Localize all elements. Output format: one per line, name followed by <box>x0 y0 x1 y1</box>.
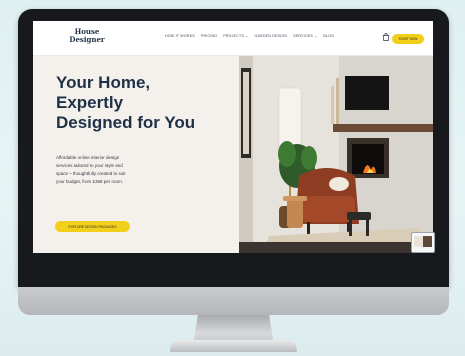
hero-interior-photo <box>239 56 433 253</box>
nav-item-projects[interactable]: PROJECTS ⌄ <box>223 34 248 38</box>
start-now-button[interactable]: START NOW <box>392 34 424 44</box>
hero-title-line: Designed for You <box>56 113 196 132</box>
hero-description-line: Affordable online interior design <box>56 155 120 160</box>
nav-item-how-it-works[interactable]: HOW IT WORKS <box>165 34 195 38</box>
hero-description-line: your budget, from £399 per room. <box>56 179 124 184</box>
hero-description-line: space – thoughtfully created to suit <box>56 171 126 176</box>
living-room-illustration <box>239 56 433 253</box>
monitor-stand-base <box>170 340 297 352</box>
monitor-chin <box>18 287 449 315</box>
nav-item-blog[interactable]: BLOG <box>323 34 334 38</box>
hero-description-line: services tailored to your style and <box>56 163 123 168</box>
nav-item-garden-design[interactable]: GARDEN DESIGN <box>254 34 287 38</box>
shopping-bag-icon[interactable] <box>382 33 390 41</box>
hero-title-line: Expertly <box>56 93 124 112</box>
nav-menu: HOW IT WORKS PRICING PROJECTS ⌄ GARDEN D… <box>165 34 334 38</box>
website-screen: House Designer HOW IT WORKS PRICING PROJ… <box>33 21 433 253</box>
explore-design-packages-button[interactable]: EXPLORE DESIGN PACKAGES <box>55 221 130 232</box>
hero-title-line: Your Home, <box>56 73 151 92</box>
device-preview-image <box>414 236 432 247</box>
site-logo[interactable]: House Designer <box>63 28 111 44</box>
top-navigation: House Designer HOW IT WORKS PRICING PROJ… <box>33 21 433 56</box>
hero-description: Affordable online interior design servic… <box>56 154 171 186</box>
logo-line-2: Designer <box>69 35 105 44</box>
nav-item-services[interactable]: SERVICES ⌄ <box>293 34 317 38</box>
hero-title: Your Home, Expertly Designed for You <box>56 73 236 133</box>
device-preview-thumbnail <box>411 232 435 253</box>
nav-item-pricing[interactable]: PRICING <box>201 34 217 38</box>
